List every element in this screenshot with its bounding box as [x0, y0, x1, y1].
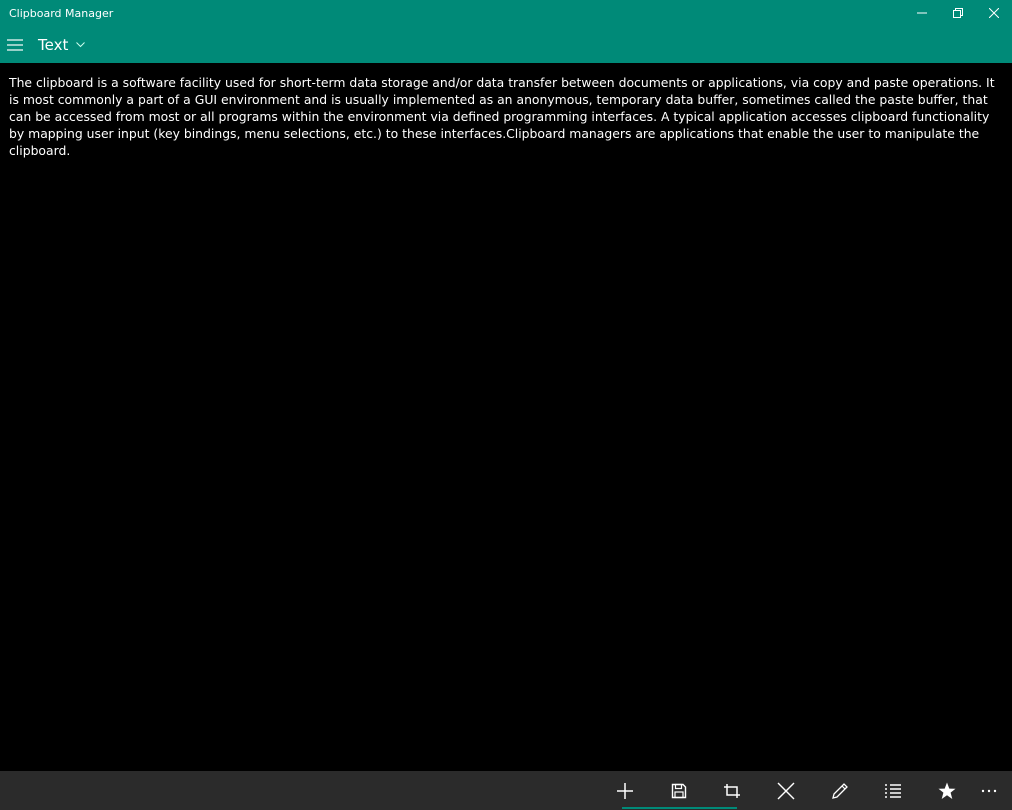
hamburger-icon — [7, 38, 23, 51]
hamburger-button[interactable] — [0, 26, 30, 63]
add-icon — [617, 782, 633, 799]
minimize-icon — [917, 12, 927, 14]
restore-icon — [953, 8, 963, 18]
header-title: Text — [38, 35, 69, 54]
close-icon — [989, 8, 999, 18]
more-icon — [981, 789, 997, 792]
restore-button[interactable] — [940, 0, 976, 26]
header-bar: Text — [0, 26, 1012, 63]
edit-button[interactable] — [813, 771, 867, 810]
focus-indicator — [622, 807, 737, 809]
app-title: Clipboard Manager — [9, 6, 114, 20]
save-button[interactable] — [652, 771, 706, 810]
command-bar — [0, 771, 1012, 810]
clipboard-text[interactable]: The clipboard is a software facility use… — [9, 74, 1002, 159]
crop-button[interactable] — [705, 771, 759, 810]
save-icon — [671, 783, 687, 798]
more-button[interactable] — [966, 771, 1012, 810]
list-icon — [885, 783, 901, 798]
minimize-button[interactable] — [904, 0, 940, 26]
list-button[interactable] — [866, 771, 920, 810]
close-button[interactable] — [976, 0, 1012, 26]
delete-icon — [777, 782, 795, 799]
chevron-down-icon — [76, 41, 86, 48]
clipboard-content[interactable]: The clipboard is a software facility use… — [0, 63, 1012, 771]
edit-icon — [832, 782, 848, 799]
crop-icon — [724, 783, 740, 798]
delete-button[interactable] — [759, 771, 813, 810]
favorite-icon — [938, 782, 956, 799]
title-bar: Clipboard Manager — [0, 0, 1012, 26]
view-selector[interactable]: Text — [38, 35, 86, 54]
add-button[interactable] — [598, 771, 652, 810]
